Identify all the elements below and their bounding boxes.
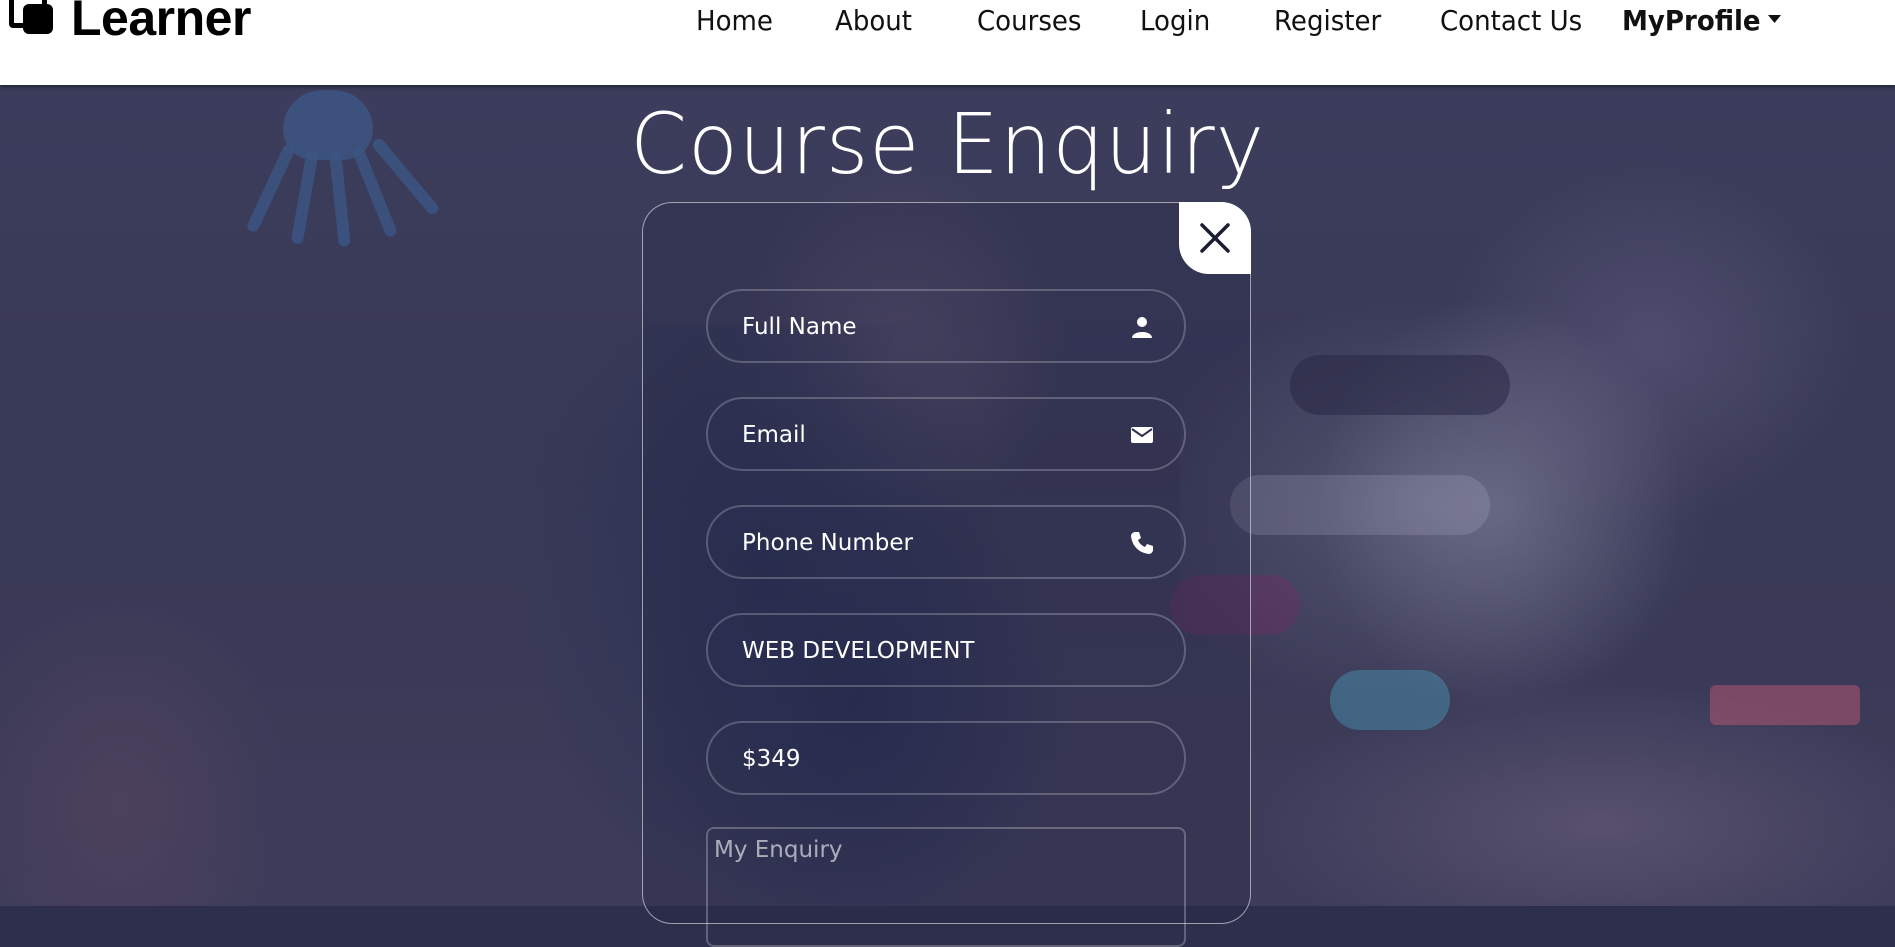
full-name-input[interactable] [740, 291, 1104, 363]
course-name-input[interactable] [740, 615, 1104, 687]
email-input[interactable] [740, 399, 1104, 471]
brand-name: Learner [71, 0, 251, 46]
caret-down-icon [1768, 15, 1782, 23]
nav-item-login[interactable]: Login [1140, 4, 1210, 37]
enquiry-field-wrapper [706, 827, 1186, 947]
email-field-wrapper [706, 397, 1186, 471]
close-icon [1200, 223, 1230, 253]
nav-item-contact-us[interactable]: Contact Us [1440, 4, 1582, 37]
nav-item-my-profile-dropdown[interactable]: MyProfile [1622, 4, 1782, 37]
page-title: Course Enquiry [630, 95, 1265, 193]
nav-item-register[interactable]: Register [1274, 4, 1381, 37]
full-name-field-wrapper [706, 289, 1186, 363]
sweater-cuff [1330, 670, 1450, 730]
close-button[interactable] [1179, 202, 1251, 274]
course-field-wrapper [706, 613, 1186, 687]
course-price-input[interactable] [740, 723, 1104, 795]
brand-logo-icon [5, 0, 63, 46]
phone-icon [1131, 532, 1153, 554]
envelope-icon [1131, 427, 1153, 443]
sweater-stripe [1230, 475, 1490, 535]
sweater-stripe [1290, 355, 1510, 415]
enquiry-textarea[interactable] [712, 835, 1176, 939]
my-profile-label: MyProfile [1622, 4, 1761, 37]
course-enquiry-form [642, 202, 1251, 947]
nav-item-home[interactable]: Home [696, 4, 773, 37]
pencil-case [1710, 685, 1860, 725]
top-navbar: Learner Home About Courses Login Registe… [0, 0, 1895, 85]
brand[interactable]: Learner [5, 0, 251, 48]
price-field-wrapper [706, 721, 1186, 795]
phone-field-wrapper [706, 505, 1186, 579]
nav-item-about[interactable]: About [835, 4, 912, 37]
nav-item-courses[interactable]: Courses [977, 4, 1081, 37]
user-icon [1132, 317, 1152, 338]
phone-number-input[interactable] [740, 507, 1104, 579]
